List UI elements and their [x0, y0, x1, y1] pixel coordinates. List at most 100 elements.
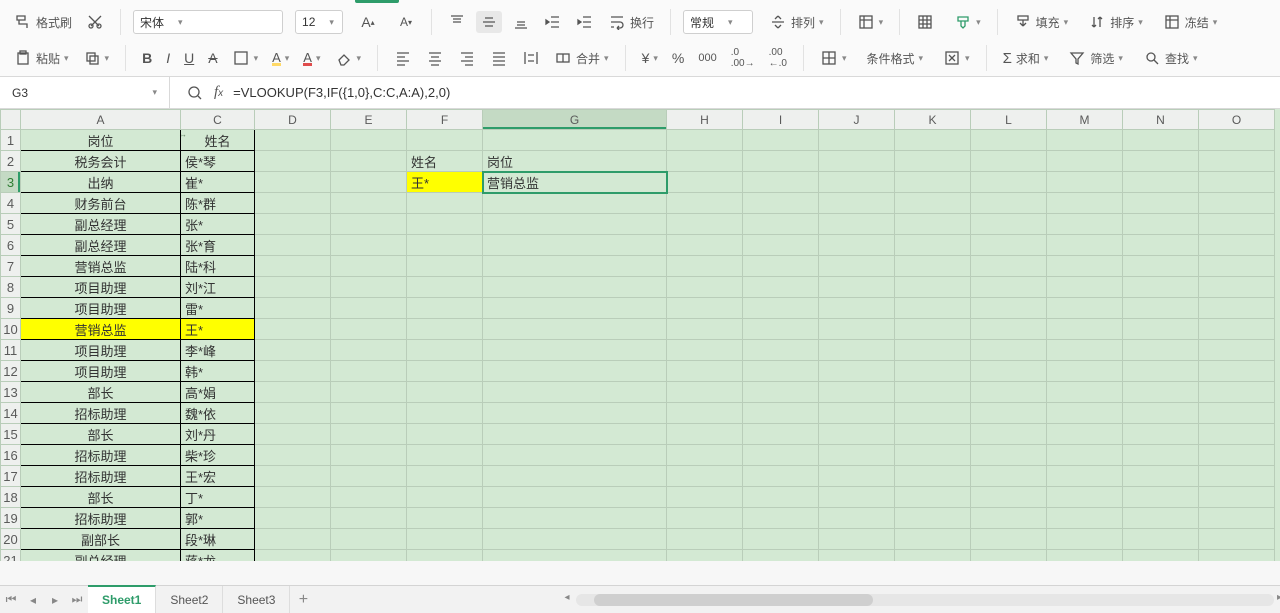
column-header-G[interactable]: G	[483, 110, 667, 130]
column-header-O[interactable]: O	[1199, 110, 1275, 130]
cell-C3[interactable]: 崔*	[181, 172, 255, 193]
cell-G10[interactable]	[483, 319, 667, 340]
percent-button[interactable]: %	[668, 48, 688, 68]
cell-A16[interactable]: 招标助理	[21, 445, 181, 466]
cell-G2[interactable]: 岗位	[483, 151, 667, 172]
cell-G11[interactable]	[483, 340, 667, 361]
cell-F1[interactable]	[407, 130, 483, 151]
cell-O1[interactable]	[1199, 130, 1275, 151]
row-header-7[interactable]: 7	[1, 256, 21, 277]
formula-input[interactable]: =VLOOKUP(F3,IF({1,0},C:C,A:A),2,0)	[233, 85, 450, 100]
row-header-21[interactable]: 21	[1, 550, 21, 562]
font-color-button[interactable]: A▾	[299, 48, 324, 68]
cell-F16[interactable]	[407, 445, 483, 466]
cell-I14[interactable]	[743, 403, 819, 424]
row-header-15[interactable]: 15	[1, 424, 21, 445]
cell-D11[interactable]	[255, 340, 331, 361]
cell-L10[interactable]	[971, 319, 1047, 340]
cell-E9[interactable]	[331, 298, 407, 319]
cell-E14[interactable]	[331, 403, 407, 424]
cell-J7[interactable]	[819, 256, 895, 277]
cell-I19[interactable]	[743, 508, 819, 529]
cell-L14[interactable]	[971, 403, 1047, 424]
indent-increase-button[interactable]	[572, 11, 598, 33]
font-size-select[interactable]: 12 ▾	[295, 10, 343, 34]
cell-M18[interactable]	[1047, 487, 1123, 508]
cell-E12[interactable]	[331, 361, 407, 382]
cell-J18[interactable]	[819, 487, 895, 508]
cell-G9[interactable]	[483, 298, 667, 319]
cell-I13[interactable]	[743, 382, 819, 403]
cell-L20[interactable]	[971, 529, 1047, 550]
cell-A7[interactable]: 营销总监	[21, 256, 181, 277]
cell-O6[interactable]	[1199, 235, 1275, 256]
cell-N9[interactable]	[1123, 298, 1199, 319]
cell-J1[interactable]	[819, 130, 895, 151]
wrap-text-button[interactable]: 换行	[604, 11, 658, 33]
freeze-button[interactable]: 冻结▾	[1159, 11, 1222, 33]
row-header-20[interactable]: 20	[1, 529, 21, 550]
decrease-font-button[interactable]: A▾	[393, 11, 419, 33]
cell-N1[interactable]	[1123, 130, 1199, 151]
cell-E18[interactable]	[331, 487, 407, 508]
cell-C16[interactable]: 柴*珍	[181, 445, 255, 466]
currency-button[interactable]: ¥▾	[638, 48, 662, 68]
cell-C12[interactable]: 韩*	[181, 361, 255, 382]
worksheet-button[interactable]	[912, 11, 938, 33]
bold-button[interactable]: B	[138, 48, 156, 68]
horizontal-scrollbar[interactable]: ◂ ▸	[316, 586, 1280, 613]
cell-G20[interactable]	[483, 529, 667, 550]
cell-J4[interactable]	[819, 193, 895, 214]
cell-M1[interactable]	[1047, 130, 1123, 151]
cell-K20[interactable]	[895, 529, 971, 550]
cell-D16[interactable]	[255, 445, 331, 466]
cell-F8[interactable]	[407, 277, 483, 298]
cell-A4[interactable]: 财务前台	[21, 193, 181, 214]
cell-L16[interactable]	[971, 445, 1047, 466]
cell-O18[interactable]	[1199, 487, 1275, 508]
cell-M15[interactable]	[1047, 424, 1123, 445]
cell-K10[interactable]	[895, 319, 971, 340]
tab-nav-last[interactable]: ⏭	[66, 586, 88, 613]
cell-M9[interactable]	[1047, 298, 1123, 319]
cell-N19[interactable]	[1123, 508, 1199, 529]
column-header-M[interactable]: M	[1047, 110, 1123, 130]
cell-M19[interactable]	[1047, 508, 1123, 529]
cell-J9[interactable]	[819, 298, 895, 319]
cell-F17[interactable]	[407, 466, 483, 487]
row-header-19[interactable]: 19	[1, 508, 21, 529]
cell-D7[interactable]	[255, 256, 331, 277]
strike-button[interactable]: A	[204, 48, 221, 68]
column-header-K[interactable]: K	[895, 110, 971, 130]
cell-I3[interactable]	[743, 172, 819, 193]
column-header-I[interactable]: I	[743, 110, 819, 130]
cell-L6[interactable]	[971, 235, 1047, 256]
cell-H14[interactable]	[667, 403, 743, 424]
cell-O2[interactable]	[1199, 151, 1275, 172]
sheet-tab-sheet1[interactable]: Sheet1	[88, 585, 156, 613]
cell-E13[interactable]	[331, 382, 407, 403]
cell-O7[interactable]	[1199, 256, 1275, 277]
cell-M13[interactable]	[1047, 382, 1123, 403]
cell-M5[interactable]	[1047, 214, 1123, 235]
cell-M10[interactable]	[1047, 319, 1123, 340]
cell-N15[interactable]	[1123, 424, 1199, 445]
cell-J14[interactable]	[819, 403, 895, 424]
row-header-9[interactable]: 9	[1, 298, 21, 319]
cell-J19[interactable]	[819, 508, 895, 529]
cell-H13[interactable]	[667, 382, 743, 403]
cell-D1[interactable]	[255, 130, 331, 151]
cell-F4[interactable]	[407, 193, 483, 214]
cell-L1[interactable]	[971, 130, 1047, 151]
border-button[interactable]: ▾	[228, 47, 263, 69]
row-header-8[interactable]: 8	[1, 277, 21, 298]
cell-H2[interactable]	[667, 151, 743, 172]
cell-F20[interactable]	[407, 529, 483, 550]
insert-button[interactable]: ▾	[816, 47, 851, 69]
cell-I16[interactable]	[743, 445, 819, 466]
cell-L17[interactable]	[971, 466, 1047, 487]
cell-M12[interactable]	[1047, 361, 1123, 382]
cell-L4[interactable]	[971, 193, 1047, 214]
cell-A21[interactable]: 副总经理	[21, 550, 181, 562]
cell-M8[interactable]	[1047, 277, 1123, 298]
